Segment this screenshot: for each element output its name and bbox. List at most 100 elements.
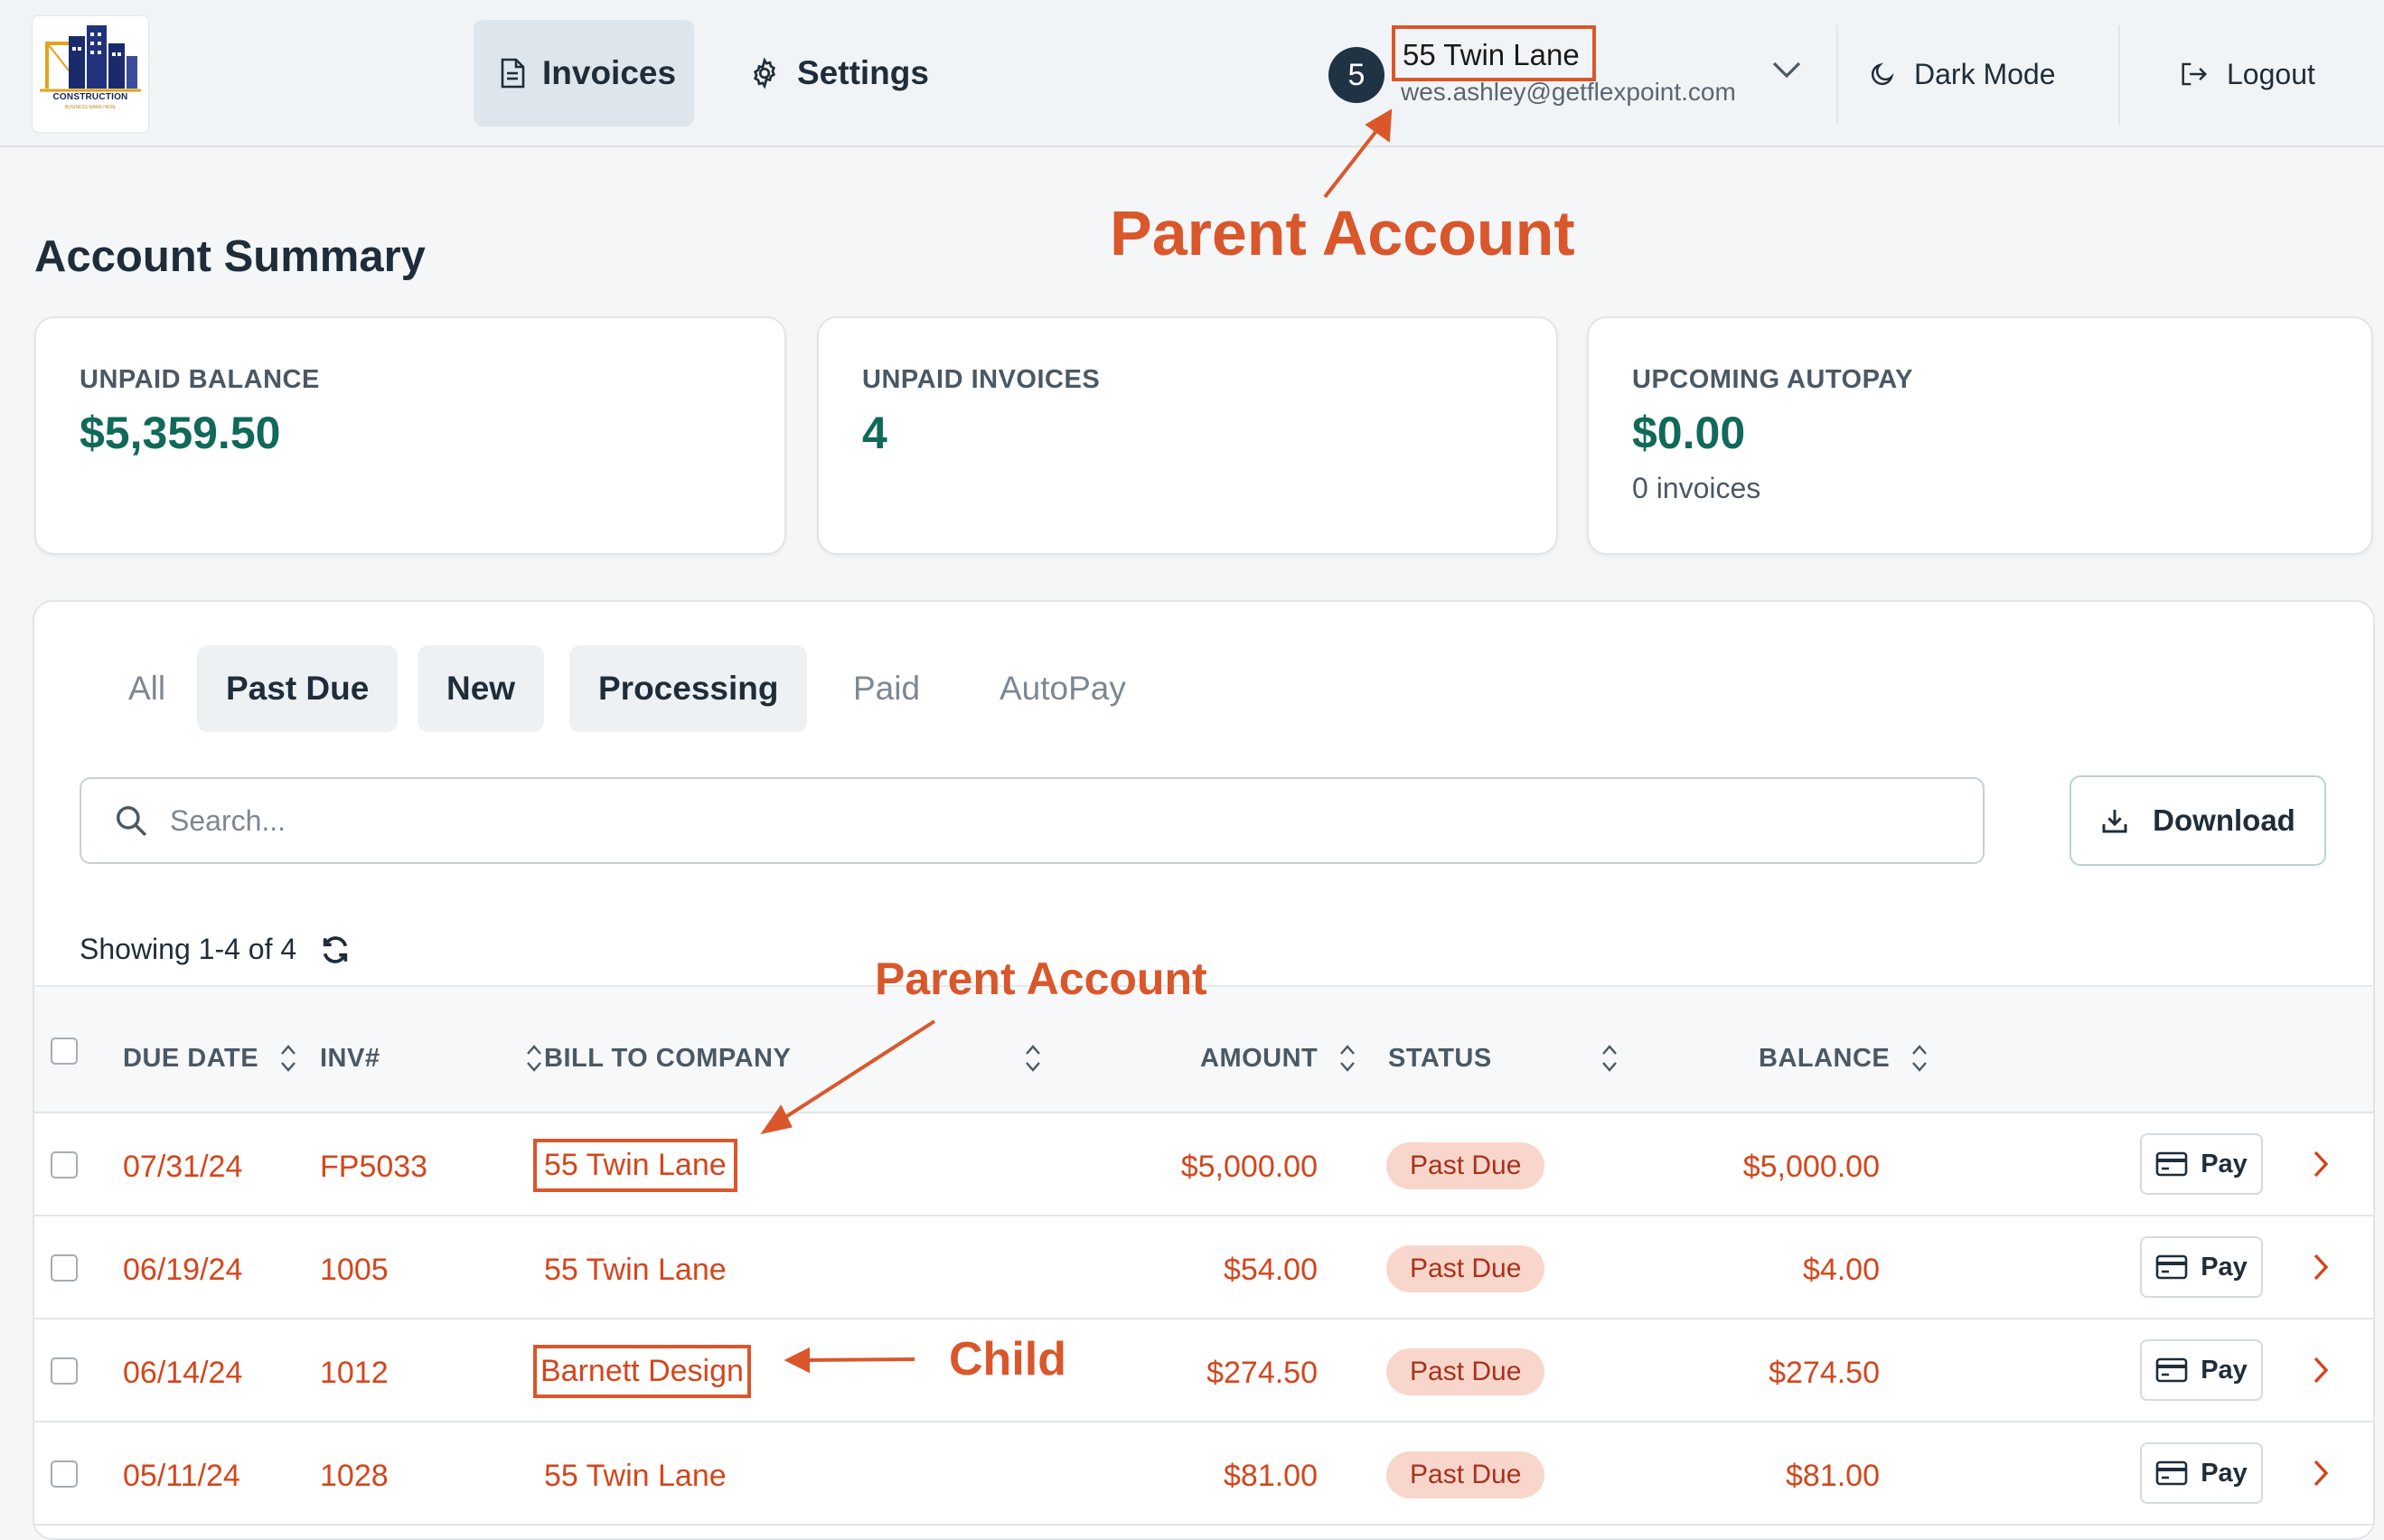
status-badge: Past Due bbox=[1386, 1245, 1545, 1292]
pay-button[interactable]: Pay bbox=[2140, 1236, 2263, 1298]
invoice-number-cell[interactable]: 1028 bbox=[320, 1459, 389, 1494]
column-label: BALANCE bbox=[1759, 1043, 1891, 1073]
search-input[interactable] bbox=[168, 803, 1885, 839]
sort-icon bbox=[1912, 1045, 1928, 1072]
filter-tab-processing[interactable]: Processing bbox=[569, 645, 808, 732]
pay-button[interactable]: Pay bbox=[2140, 1339, 2263, 1401]
header-divider bbox=[1836, 25, 1838, 125]
card-label: UPCOMING AUTOPAY bbox=[1632, 365, 1913, 394]
sort-icon bbox=[1602, 1045, 1617, 1072]
sort-icon bbox=[527, 1045, 541, 1072]
chevron-right-icon[interactable] bbox=[2312, 1459, 2330, 1488]
filter-tab-paid[interactable]: Paid bbox=[833, 645, 940, 732]
account-email: wes.ashley@getflexpoint.com bbox=[1401, 78, 1736, 106]
column-label: INV# bbox=[320, 1043, 380, 1073]
select-all-checkbox[interactable] bbox=[51, 1038, 78, 1065]
document-icon bbox=[501, 58, 525, 89]
amount-cell: $81.00 bbox=[1224, 1459, 1318, 1493]
balance-cell: $274.50 bbox=[1769, 1356, 1880, 1390]
pay-button[interactable]: Pay bbox=[2140, 1442, 2263, 1504]
column-label: STATUS bbox=[1388, 1043, 1492, 1073]
page-title: Account Summary bbox=[34, 232, 426, 281]
balance-cell: $4.00 bbox=[1802, 1253, 1880, 1287]
account-name[interactable]: 55 Twin Lane bbox=[1392, 25, 1596, 81]
invoice-number-cell[interactable]: 1005 bbox=[320, 1253, 389, 1288]
credit-card-icon bbox=[2155, 1151, 2188, 1177]
dark-mode-button[interactable]: Dark Mode bbox=[1869, 51, 2056, 98]
column-label: DUE DATE bbox=[123, 1043, 259, 1073]
account-count-badge[interactable]: 5 bbox=[1328, 47, 1384, 103]
credit-card-icon bbox=[2155, 1357, 2188, 1383]
row-checkbox[interactable] bbox=[51, 1254, 78, 1282]
annotation-parent-account-table: Parent Account bbox=[875, 953, 1207, 1004]
table-row[interactable]: 06/19/24 1005 55 Twin Lane $54.00 Past D… bbox=[34, 1216, 2373, 1319]
column-balance[interactable]: BALANCE bbox=[1759, 1043, 1929, 1074]
sort-icon bbox=[1340, 1045, 1356, 1072]
logo-subtext: BUSINESS NAME HERE bbox=[64, 105, 117, 110]
download-label: Download bbox=[2153, 803, 2295, 837]
filter-tab-past-due[interactable]: Past Due bbox=[197, 645, 399, 732]
invoices-panel: All Past Due New Processing Paid AutoPay… bbox=[33, 600, 2375, 1540]
invoice-number-cell[interactable]: 1012 bbox=[320, 1356, 389, 1391]
amount-cell: $54.00 bbox=[1224, 1253, 1318, 1287]
bill-to-company-cell: 55 Twin Lane bbox=[533, 1139, 737, 1192]
chevron-right-icon[interactable] bbox=[2312, 1150, 2330, 1178]
due-date-cell: 06/14/24 bbox=[123, 1356, 243, 1390]
company-logo[interactable]: CONSTRUCTION BUSINESS NAME HERE bbox=[33, 16, 148, 132]
column-amount[interactable]: AMOUNT bbox=[1200, 1043, 1357, 1074]
row-checkbox[interactable] bbox=[51, 1460, 78, 1488]
credit-card-icon bbox=[2155, 1460, 2188, 1486]
nav-tab-label: Settings bbox=[797, 54, 929, 91]
results-count-text: Showing 1-4 of 4 bbox=[80, 933, 297, 965]
column-bill-to-company[interactable]: BILL TO COMPANY bbox=[544, 1043, 1043, 1074]
amount-cell: $5,000.00 bbox=[1180, 1150, 1318, 1184]
chevron-down-icon[interactable] bbox=[1771, 60, 1802, 80]
unpaid-invoices-card: UNPAID INVOICES 4 bbox=[817, 316, 1558, 555]
pay-label: Pay bbox=[2201, 1458, 2248, 1488]
refresh-icon[interactable] bbox=[320, 934, 351, 965]
column-inv[interactable]: INV# bbox=[320, 1043, 544, 1074]
download-icon bbox=[2102, 810, 2127, 833]
nav-tab-label: Invoices bbox=[542, 54, 677, 91]
filter-tab-autopay[interactable]: AutoPay bbox=[980, 645, 1146, 732]
sort-icon bbox=[1026, 1045, 1040, 1072]
download-button[interactable]: Download bbox=[2070, 775, 2326, 866]
app-header: CONSTRUCTION BUSINESS NAME HERE Invoices… bbox=[0, 0, 2384, 147]
pay-label: Pay bbox=[2201, 1252, 2248, 1282]
card-value: $5,359.50 bbox=[80, 408, 281, 458]
card-value: $0.00 bbox=[1632, 408, 1746, 458]
status-badge: Past Due bbox=[1386, 1348, 1545, 1395]
pay-button[interactable]: Pay bbox=[2140, 1133, 2263, 1195]
upcoming-autopay-card: UPCOMING AUTOPAY $0.00 0 invoices bbox=[1587, 316, 2373, 555]
due-date-cell: 07/31/24 bbox=[123, 1150, 243, 1184]
table-row[interactable]: 05/11/24 1028 55 Twin Lane $81.00 Past D… bbox=[34, 1423, 2373, 1526]
annotation-parent-account-header: Parent Account bbox=[1110, 198, 1575, 268]
logout-button[interactable]: Logout bbox=[2180, 51, 2315, 98]
due-date-cell: 06/19/24 bbox=[123, 1253, 243, 1287]
invoice-number-cell[interactable]: FP5033 bbox=[320, 1150, 427, 1185]
nav-tab-invoices[interactable]: Invoices bbox=[474, 20, 694, 127]
chevron-right-icon[interactable] bbox=[2312, 1253, 2330, 1282]
due-date-cell: 05/11/24 bbox=[123, 1459, 240, 1493]
filter-tab-new[interactable]: New bbox=[418, 645, 545, 732]
row-checkbox[interactable] bbox=[51, 1151, 78, 1178]
column-status[interactable]: STATUS bbox=[1388, 1043, 1619, 1074]
pay-label: Pay bbox=[2201, 1149, 2248, 1178]
filter-tab-all[interactable]: All bbox=[108, 645, 185, 732]
annotation-child: Child bbox=[949, 1333, 1066, 1385]
dark-mode-label: Dark Mode bbox=[1914, 57, 2056, 90]
table-row[interactable]: 06/14/24 1012 Barnett Design $274.50 Pas… bbox=[34, 1319, 2373, 1423]
chevron-right-icon[interactable] bbox=[2312, 1356, 2330, 1385]
card-label: UNPAID BALANCE bbox=[80, 365, 320, 394]
status-badge: Past Due bbox=[1386, 1142, 1545, 1189]
column-due-date[interactable]: DUE DATE bbox=[123, 1043, 298, 1074]
pay-label: Pay bbox=[2201, 1355, 2248, 1385]
credit-card-icon bbox=[2155, 1254, 2188, 1280]
nav-tab-settings[interactable]: Settings bbox=[723, 20, 958, 127]
amount-cell: $274.50 bbox=[1206, 1356, 1318, 1390]
table-row[interactable]: 07/31/24 FP5033 55 Twin Lane $5,000.00 P… bbox=[34, 1113, 2373, 1216]
building-logo-icon bbox=[40, 25, 141, 92]
search-box[interactable] bbox=[80, 777, 1985, 864]
row-checkbox[interactable] bbox=[51, 1357, 78, 1385]
column-label: AMOUNT bbox=[1200, 1043, 1319, 1073]
